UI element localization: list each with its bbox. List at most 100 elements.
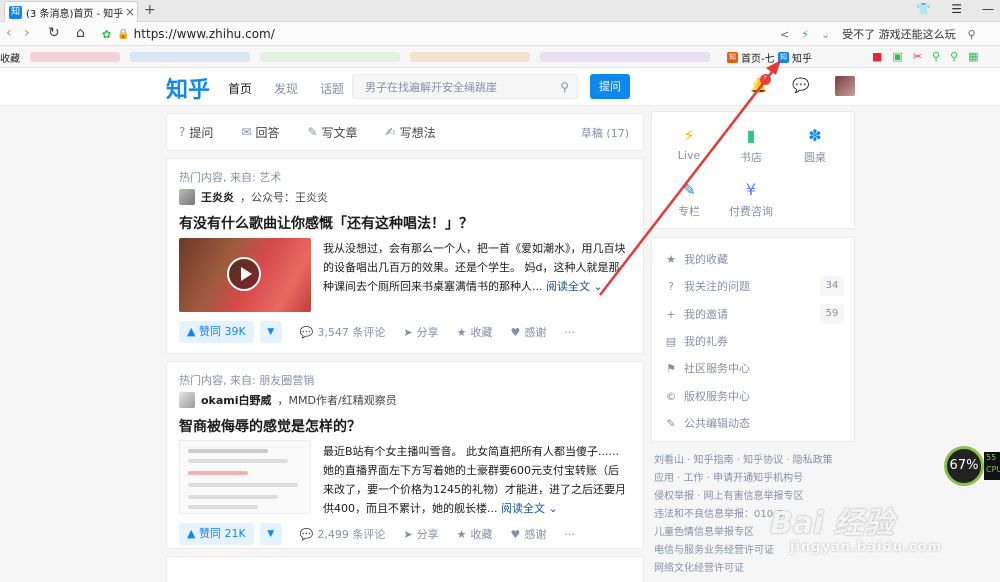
- home-icon[interactable]: ⌂: [76, 25, 85, 41]
- collect-button[interactable]: ★ 收藏: [457, 526, 493, 542]
- zhihu-logo[interactable]: 知乎: [166, 72, 210, 104]
- downvote-button[interactable]: ▼: [259, 321, 282, 343]
- footer-line[interactable]: 刘看山 · 知乎指南 · 知乎协议 · 隐私政策: [654, 452, 854, 470]
- share-button[interactable]: ➤ 分享: [403, 526, 438, 542]
- footer-line[interactable]: 应用 · 工作 · 申请开通知乎机构号: [654, 470, 854, 488]
- menu-followed-questions[interactable]: ? 我关注的问题 34: [664, 276, 844, 296]
- quick-columns[interactable]: ✎ 专栏: [654, 180, 724, 219]
- menu-icon[interactable]: ☰: [951, 2, 962, 16]
- address-bar: ‹ › ↻ ⌂ ✿ 🔒 https://www.zhihu.com/ < ⚡ ⌄…: [0, 22, 1000, 46]
- back-icon[interactable]: ‹: [6, 25, 12, 41]
- close-icon[interactable]: ×: [123, 5, 137, 19]
- search-icon[interactable]: ⚲: [968, 28, 976, 41]
- window-controls: 👕 ☰ —: [916, 2, 994, 16]
- drafts-link[interactable]: 草稿 (17): [581, 125, 629, 141]
- thumbnail-line: [188, 459, 288, 463]
- translate-icon[interactable]: ▣: [892, 50, 902, 63]
- feed-title[interactable]: 有没有什么歌曲让你感慨「还有这种唱法！」？: [179, 213, 473, 233]
- comment-icon: 💬: [299, 527, 314, 541]
- nav-topics[interactable]: 话题: [320, 80, 344, 97]
- side-menu: ★ 我的收藏 ? 我关注的问题 34 + 我的邀请 59 ▤ 我的礼券 ⚑ 社区服务中心 © 版…: [651, 237, 855, 442]
- nav-explore[interactable]: 发现: [274, 80, 298, 97]
- screenshot-thumbnail[interactable]: [179, 440, 311, 514]
- quick-paid-consult[interactable]: ¥ 付费咨询: [716, 180, 786, 219]
- quick-roundtable[interactable]: ✽ 圆桌: [780, 126, 850, 165]
- upvote-button[interactable]: ▲ 赞同 21K: [179, 523, 254, 545]
- menu-my-invites[interactable]: + 我的邀请 59: [664, 304, 844, 324]
- share-label: 分享: [416, 326, 439, 339]
- heart-icon: ♥: [510, 325, 521, 339]
- scissors-icon[interactable]: ✂: [913, 50, 922, 63]
- menu-public-edits[interactable]: ✎ 公共编辑动态: [664, 413, 844, 433]
- menu-my-coupons[interactable]: ▤ 我的礼券: [664, 331, 844, 351]
- message-icon[interactable]: 💬: [792, 78, 809, 94]
- url-field[interactable]: ✿ 🔒 https://www.zhihu.com/: [102, 25, 742, 43]
- search-input[interactable]: 男子在找遍解开安全绳跳崖 ⚲: [352, 74, 578, 99]
- footer-line[interactable]: 网络文化经营许可证: [654, 560, 854, 578]
- bookmark-folder[interactable]: 收藏: [0, 50, 20, 65]
- refresh-icon[interactable]: ↻: [48, 25, 60, 41]
- shirt-icon[interactable]: 👕: [916, 2, 931, 16]
- chevron-down-icon[interactable]: ⌄: [821, 28, 830, 41]
- write-article-button[interactable]: ✎ 写文章: [307, 124, 357, 141]
- video-thumbnail[interactable]: [179, 238, 311, 312]
- nav-home[interactable]: 首页: [228, 80, 252, 97]
- grid-icon[interactable]: ▦: [968, 50, 978, 63]
- cpu-side-panel: 55 CPU: [984, 452, 1000, 480]
- feed-excerpt[interactable]: 最近B站有个女主播叫雪音。 此女简直把所有人都当傻子......她的直播界面左下…: [323, 442, 629, 518]
- collect-button[interactable]: ★ 收藏: [457, 324, 493, 340]
- new-tab-icon[interactable]: +: [144, 2, 156, 18]
- address-ad-text[interactable]: 受不了 游戏还能这么玩: [842, 26, 956, 42]
- author-avatar[interactable]: [179, 392, 195, 408]
- feed-excerpt[interactable]: 我从没想过，会有那么一个人，把一首《爱如潮水》，用几百块的设备唱出几百万的效果。…: [323, 239, 629, 296]
- record-icon[interactable]: ■: [872, 50, 882, 63]
- lightning-icon[interactable]: ⚡: [801, 28, 809, 41]
- feed-title[interactable]: 智商被侮辱的感觉是怎样的？: [179, 416, 361, 436]
- bookmark-label: 首页-七: [741, 54, 775, 65]
- quick-bookstore[interactable]: ▮ 书店: [716, 126, 786, 165]
- add-user-icon: +: [666, 307, 676, 321]
- tab-zhihu[interactable]: 知 (3 条消息)首页 - 知乎 ×: [4, 1, 138, 22]
- forward-icon[interactable]: ›: [24, 25, 30, 41]
- menu-copyright-center[interactable]: © 版权服务中心: [664, 386, 844, 406]
- share-icon: ➤: [403, 325, 413, 339]
- write-thought-button[interactable]: ✍ 写想法: [386, 124, 436, 141]
- search-icon[interactable]: ⚲: [560, 80, 569, 94]
- minimize-icon[interactable]: —: [982, 2, 994, 16]
- comment-button[interactable]: 💬 3,547 条评论: [300, 324, 386, 340]
- menu-label: 我的礼券: [684, 335, 728, 348]
- write-answer-button[interactable]: ✉ 回答: [241, 124, 279, 141]
- more-button[interactable]: ···: [564, 326, 575, 339]
- ask-button[interactable]: 提问: [590, 74, 630, 99]
- author-avatar[interactable]: [179, 189, 195, 205]
- tab-title: (3 条消息)首页 - 知乎: [26, 8, 123, 20]
- share-icon[interactable]: <: [780, 28, 789, 41]
- upvote-button[interactable]: ▲ 赞同 39K: [179, 321, 254, 343]
- downvote-button[interactable]: ▼: [259, 523, 282, 545]
- menu-my-collections[interactable]: ★ 我的收藏: [664, 249, 844, 269]
- menu-community-center[interactable]: ⚑ 社区服务中心: [664, 358, 844, 378]
- write-ask-button[interactable]: ? 提问: [179, 124, 213, 141]
- avatar[interactable]: [835, 76, 855, 96]
- read-more-link[interactable]: 阅读全文 ⌄: [501, 502, 558, 515]
- author-name[interactable]: okami白野威: [201, 392, 272, 408]
- thanks-button[interactable]: ♥ 感谢: [510, 526, 546, 542]
- game-icon[interactable]: ⚲: [932, 50, 940, 63]
- star-icon: ★: [456, 325, 467, 339]
- search-icon[interactable]: ⚲: [950, 50, 958, 63]
- lightning-icon: ⚡: [683, 126, 695, 145]
- comment-button[interactable]: 💬 2,499 条评论: [300, 526, 386, 542]
- play-icon[interactable]: [227, 257, 261, 291]
- thanks-button[interactable]: ♥ 感谢: [510, 324, 546, 340]
- bookmark-zhihu[interactable]: 知 知乎: [778, 50, 812, 65]
- read-more-link[interactable]: 阅读全文 ⌄: [546, 280, 603, 293]
- more-button[interactable]: ···: [564, 528, 575, 541]
- share-button[interactable]: ➤ 分享: [403, 324, 438, 340]
- notification-badge: 3: [760, 74, 771, 85]
- thanks-label: 感谢: [524, 326, 547, 339]
- quick-live[interactable]: ⚡ Live: [654, 126, 724, 162]
- author-name[interactable]: 王炎炎: [201, 189, 234, 205]
- feed-author: 王炎炎 ，公众号：王炎炎: [179, 189, 328, 205]
- bookmark-home[interactable]: 知 首页-七: [727, 50, 775, 65]
- site-header: 知乎 首页 发现 话题 男子在找遍解开安全绳跳崖 ⚲ 提问 🔔 3 💬: [0, 68, 1000, 106]
